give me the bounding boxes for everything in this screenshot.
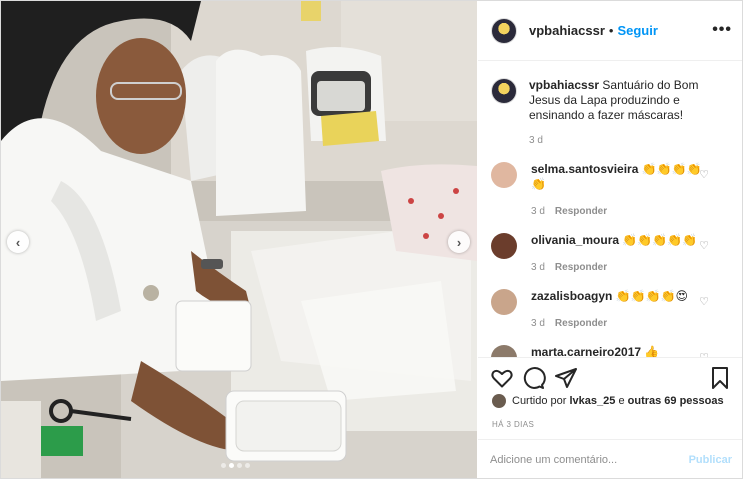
comment-body: zazalisboagyn 👏👏👏👏😍 3 d Responder [531,289,711,331]
comment-row: selma.santosvieira 👏👏👏👏👏 3 d Responder ♡ [491,162,731,219]
carousel-dot [237,463,242,468]
header-separator: • [608,23,614,38]
comments-list[interactable]: vpbahiacssr Santuário do Bom Jesus da La… [478,62,742,357]
like-comment-heart-icon[interactable]: ♡ [699,295,709,308]
likes-prefix: Curtido por [512,395,567,407]
comment-time: 3 d [531,206,545,217]
publish-button[interactable]: Publicar [689,454,732,466]
caption-meta: 3 d [529,133,729,148]
post-timestamp: HÁ 3 DIAS [492,420,535,429]
comment-username[interactable]: olivania_moura [531,233,619,247]
carousel-indicator [221,463,250,468]
comment-text: 👏👏👏👏😍 [615,289,688,303]
header-username[interactable]: vpbahiacssr [529,23,605,38]
reply-button[interactable]: Responder [555,260,607,275]
like-comment-heart-icon[interactable]: ♡ [699,168,709,181]
comment-input[interactable] [490,454,680,466]
comment-time: 3 d [531,318,545,329]
comment-body: olivania_moura 👏👏👏👏👏 3 d Responder [531,233,711,275]
photo-illustration [1,1,477,478]
comment-meta: 3 d Responder [531,316,711,331]
comment-body: marta.carneiro2017 👍 [531,345,711,357]
post-actions-bar [478,357,742,397]
comment-row: zazalisboagyn 👏👏👏👏😍 3 d Responder ♡ [491,289,731,331]
share-paper-plane-icon[interactable] [554,366,578,390]
carousel-prev-button[interactable]: ‹ [7,231,29,253]
chevron-right-icon: › [456,234,462,250]
post-side-panel: vpbahiacssr • Seguir ••• vpbahiacssr San… [478,1,742,478]
commenter-avatar[interactable] [491,289,517,315]
reply-button[interactable]: Responder [555,316,607,331]
comment-body: selma.santosvieira 👏👏👏👏👏 3 d Responder [531,162,711,219]
comment-row: olivania_moura 👏👏👏👏👏 3 d Responder ♡ [491,233,731,275]
comment-bubble-icon[interactable] [522,366,546,390]
follow-button[interactable]: Seguir [617,23,657,38]
liker-avatar [492,394,506,408]
comment-username[interactable]: selma.santosvieira [531,162,638,176]
like-comment-heart-icon[interactable]: ♡ [699,239,709,252]
liker-username[interactable]: lvkas_25 [569,395,615,407]
likes-others-link[interactable]: outras 69 pessoas [628,395,724,407]
reply-button[interactable]: Responder [555,204,607,219]
post-photo[interactable]: ‹ › [1,1,477,478]
more-options-icon[interactable]: ••• [712,22,732,38]
comment-row: marta.carneiro2017 👍 ♡ [491,345,731,357]
avatar[interactable] [491,17,517,44]
comment-meta: 3 d Responder [531,260,711,275]
caption-username[interactable]: vpbahiacssr [529,78,599,92]
caption-row: vpbahiacssr Santuário do Bom Jesus da La… [491,78,731,148]
caption-body: vpbahiacssr Santuário do Bom Jesus da La… [529,78,729,148]
like-heart-icon[interactable] [490,366,514,390]
commenter-avatar[interactable] [491,162,517,188]
likes-summary: Curtido por lvkas_25 e outras 69 pessoas [492,394,724,408]
carousel-next-button[interactable]: › [448,231,470,253]
carousel-dot-active [229,463,234,468]
comment-username[interactable]: marta.carneiro2017 [531,345,641,357]
likes-middle: e [618,395,625,407]
post-header: vpbahiacssr • Seguir ••• [478,1,742,61]
commenter-avatar[interactable] [491,233,517,259]
carousel-dot [221,463,226,468]
commenter-avatar[interactable] [491,345,517,357]
comment-text: 👍 [644,345,660,357]
carousel-dot [245,463,250,468]
comment-time: 3 d [531,262,545,273]
instagram-post: ‹ › vpbahiacssr • Seguir ••• vpbahiacssr… [0,0,743,479]
comment-text: 👏👏👏👏👏 [622,233,698,247]
comment-meta: 3 d Responder [531,204,711,219]
chevron-left-icon: ‹ [15,234,21,250]
caption-time: 3 d [529,135,543,146]
avatar[interactable] [491,78,517,104]
add-comment-bar: Publicar [478,439,742,478]
comment-username[interactable]: zazalisboagyn [531,289,612,303]
save-bookmark-icon[interactable] [708,366,732,390]
